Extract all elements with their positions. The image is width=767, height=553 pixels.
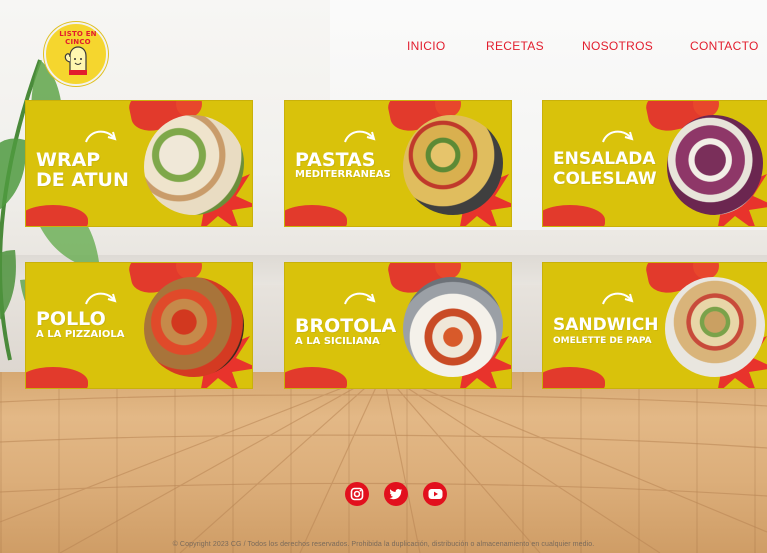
recipe-photo — [665, 277, 765, 377]
youtube-icon — [428, 489, 442, 499]
recipe-card-sandwich-omelette[interactable]: SANDWICH OMELETTE DE PAPA — [542, 262, 767, 389]
instagram-link[interactable] — [345, 482, 369, 506]
curved-arrow-icon — [602, 292, 634, 305]
card-decor — [26, 367, 88, 388]
card-decor — [285, 205, 347, 226]
twitter-link[interactable] — [384, 482, 408, 506]
recipe-photo — [403, 277, 503, 377]
wood-grain — [0, 372, 767, 553]
recipe-title-line1: ENSALADA — [553, 149, 656, 169]
nav-inicio[interactable]: INICIO — [407, 39, 445, 53]
card-decor — [285, 367, 347, 388]
twitter-icon — [389, 489, 403, 500]
main-nav: INICIO RECETAS NOSOTROS CONTACTO — [0, 39, 767, 55]
recipe-card-pastas-mediterraneas[interactable]: PASTAS MEDITERRANEAS — [284, 100, 512, 227]
recipe-title-line2: A LA PIZZAIOLA — [36, 329, 125, 340]
page: LISTO EN CINCO INICIO RECETAS NOSOTROS C… — [0, 0, 767, 553]
nav-recetas[interactable]: RECETAS — [486, 39, 544, 53]
recipe-photo — [144, 277, 244, 377]
recipe-photo — [144, 115, 244, 215]
curved-arrow-icon — [85, 292, 117, 305]
curved-arrow-icon — [602, 130, 634, 143]
instagram-icon — [350, 487, 364, 501]
recipe-title-line1: WRAP — [36, 149, 101, 171]
recipe-title-line1: BROTOLA — [295, 315, 397, 337]
recipe-title-line2: DE ATUN — [36, 169, 129, 191]
recipe-photo — [667, 115, 763, 215]
recipe-card-wrap-de-atun[interactable]: WRAP DE ATUN — [25, 100, 253, 227]
curved-arrow-icon — [85, 130, 117, 143]
recipe-title-line2: A LA SICILIANA — [295, 336, 380, 347]
recipe-title-line2: COLESLAW — [553, 169, 657, 189]
recipe-title-line1: SANDWICH — [553, 315, 659, 335]
card-decor — [26, 205, 88, 226]
recipe-title-line1: PASTAS — [295, 149, 376, 171]
card-decor — [543, 367, 605, 388]
recipe-photo — [403, 115, 503, 215]
recipe-card-pollo-pizzaiola[interactable]: POLLO A LA PIZZAIOLA — [25, 262, 253, 389]
curved-arrow-icon — [344, 130, 376, 143]
recipe-card-brotola-siciliana[interactable]: BROTOLA A LA SICILIANA — [284, 262, 512, 389]
footer-copyright: © Copyright 2023 CG / Todos los derechos… — [172, 541, 595, 548]
nav-contacto[interactable]: CONTACTO — [690, 39, 759, 53]
recipe-card-ensalada-coleslaw[interactable]: ENSALADA COLESLAW — [542, 100, 767, 227]
card-decor — [543, 205, 605, 226]
recipe-title-line2: MEDITERRANEAS — [295, 169, 391, 180]
curved-arrow-icon — [344, 292, 376, 305]
recipe-title-line2: OMELETTE DE PAPA — [553, 336, 652, 346]
nav-nosotros[interactable]: NOSOTROS — [582, 39, 653, 53]
recipe-title-line1: POLLO — [36, 308, 106, 330]
youtube-link[interactable] — [423, 482, 447, 506]
